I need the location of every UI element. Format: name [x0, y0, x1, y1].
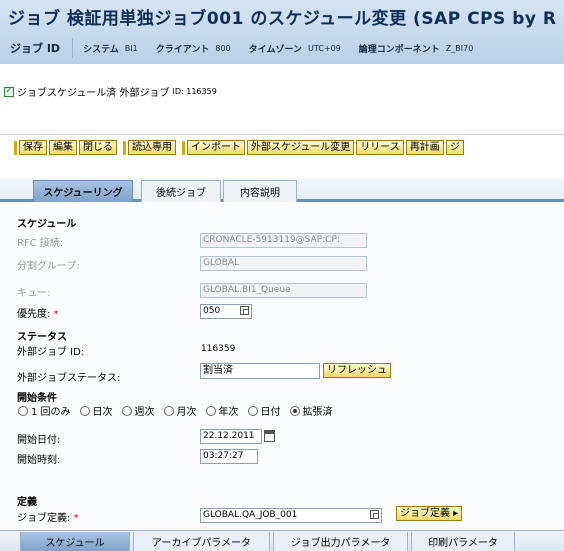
status-section-title: ステータス [17, 332, 67, 343]
priority-value: 050 [203, 306, 221, 316]
tab-print-parameters[interactable]: 印刷パラメータ [411, 532, 515, 551]
change-external-schedule-button[interactable]: 外部スケジュール変更 [247, 140, 355, 155]
radio-dot [247, 405, 258, 416]
rfc-label: RFC 接続: [17, 238, 64, 249]
tab-archive-parameters[interactable]: アーカイブパラメータ [133, 532, 270, 551]
client-label: クライアント [155, 44, 210, 55]
radio-label: 日次 [92, 407, 113, 418]
bottom-tab-strip: スケジュール アーカイブパラメータ ジョブ出力パラメータ 印刷パラメータ [0, 530, 564, 551]
replan-button[interactable]: 再計画 [405, 140, 444, 155]
radio-extended[interactable]: 拡張済 [289, 403, 333, 418]
menu-arrow-icon: ▸ [453, 508, 459, 519]
save-button[interactable]: 保存 [19, 140, 47, 155]
split-group-field[interactable]: GLOBAL [200, 256, 367, 271]
radio-label: 月次 [176, 407, 197, 418]
radio-label: 年次 [218, 407, 239, 418]
radio-dot [289, 405, 300, 416]
truncated-button[interactable]: ジ [445, 140, 464, 155]
start-date-label: 開始日付: [17, 435, 61, 446]
radio-date[interactable]: 日付 [247, 403, 281, 418]
app-header: ジョブ 検証用単独ジョブ001 のスケジュール変更 (SAP CPS by R … [0, 0, 564, 64]
tab-successor-jobs[interactable]: 後続ジョブ [141, 180, 221, 202]
toolbar-group-view: 読込専用 [123, 140, 178, 155]
timezone-value: UTC+09 [308, 43, 341, 53]
schedule-section-title: スケジュール [17, 219, 77, 230]
radio-dot [121, 405, 132, 416]
required-marker: * [73, 513, 79, 524]
start-date-field[interactable]: 22.12.2011 [200, 429, 275, 444]
job-def-field[interactable]: GLOBAL.QA_JOB_001 [200, 508, 382, 523]
priority-field[interactable]: 050 [200, 304, 252, 319]
job-id-label: ジョブ ID [10, 42, 61, 55]
import-button[interactable]: インポート [187, 140, 245, 155]
priority-label: 優先度: * [17, 305, 59, 320]
tab-scheduling[interactable]: スケジューリング [33, 180, 133, 202]
timezone-label: タイムゾーン [248, 44, 303, 55]
radio-label: 日付 [260, 407, 281, 418]
start-date-value: 22.12.2011 [203, 431, 255, 441]
check-icon: ✓ [4, 86, 14, 97]
radio-label: 1 回のみ [31, 407, 71, 418]
system-value: BI1 [124, 43, 138, 53]
ext-job-id-label: 外部ジョブ ID: [17, 347, 85, 358]
toolbar-group-edit: 保存 編集 閉じる [14, 140, 119, 155]
value-help-icon[interactable] [370, 510, 379, 519]
toolbar: 保存 編集 閉じる 読込専用 インポート 外部スケジュール変更 リリース 再計画… [0, 134, 564, 160]
queue-label: キュー: [17, 288, 51, 299]
start-condition-radio-group: 1 回のみ 日次 週次 月次 年次 日付 拡張済 [18, 403, 342, 418]
radio-monthly[interactable]: 月次 [163, 403, 197, 418]
read-only-button[interactable]: 読込専用 [128, 140, 176, 155]
status-id: ID: 116359 [172, 87, 217, 96]
required-marker: * [53, 309, 59, 320]
top-tab-strip: スケジューリング 後続ジョブ 内容説明 [0, 178, 564, 202]
close-button[interactable]: 閉じる [79, 140, 117, 155]
job-definition-button-label: ジョブ定義 [400, 508, 450, 519]
radio-label: 拡張済 [302, 407, 333, 418]
definition-section-title: 定義 [17, 497, 37, 508]
client-value: 800 [215, 43, 231, 53]
toolbar-group-actions: インポート 外部スケジュール変更 リリース 再計画 ジ [182, 140, 466, 155]
job-info-bar: ジョブ ID システム BI1 クライアント 800 タイムゾーン UTC+09… [0, 34, 564, 62]
start-time-label: 開始時刻: [17, 455, 61, 466]
edit-button[interactable]: 編集 [49, 140, 77, 155]
ext-job-id-value: 116359 [201, 344, 236, 354]
start-condition-section-title: 開始条件 [17, 393, 57, 404]
priority-label-text: 優先度: [17, 309, 51, 320]
radio-yearly[interactable]: 年次 [205, 403, 239, 418]
release-button[interactable]: リリース [356, 140, 404, 155]
tab-description[interactable]: 内容説明 [223, 180, 297, 202]
divider [72, 38, 74, 58]
tab-job-output-parameters[interactable]: ジョブ出力パラメータ [273, 532, 408, 551]
component-value: Z_BI70 [445, 43, 474, 53]
ext-job-status-field[interactable]: 割当済 [200, 363, 320, 379]
system-label: システム [83, 44, 119, 55]
job-def-value: GLOBAL.QA_JOB_001 [203, 510, 298, 520]
status-text: ジョブスケジュール済 外部ジョブ [17, 88, 170, 99]
radio-daily[interactable]: 日次 [79, 403, 113, 418]
job-definition-button[interactable]: ジョブ定義 ▸ [396, 506, 463, 521]
rfc-field[interactable]: CRONACLE-5913119@SAP:CP: [200, 233, 367, 248]
refresh-button[interactable]: リフレッシュ [323, 363, 391, 378]
radio-dot [205, 405, 216, 416]
radio-dot [163, 405, 174, 416]
ext-job-status-label: 外部ジョブステータス: [17, 373, 121, 384]
tab-schedule[interactable]: スケジュール [20, 532, 130, 551]
page-title: ジョブ 検証用単独ジョブ001 のスケジュール変更 (SAP CPS by R [8, 9, 557, 29]
scheduling-form: スケジュール RFC 接続: CRONACLE-5913119@SAP:CP: … [0, 203, 564, 529]
component-label: 論理コンポーネント [358, 44, 440, 55]
calendar-icon[interactable] [264, 430, 275, 442]
queue-field[interactable]: GLOBAL.BI1_Queue [200, 283, 367, 298]
status-message: ✓ ジョブスケジュール済 外部ジョブ ID: 116359 [4, 84, 217, 99]
radio-label: 週次 [134, 407, 155, 418]
job-def-label: ジョブ定義: * [17, 509, 79, 524]
radio-once[interactable]: 1 回のみ [18, 403, 71, 418]
job-def-label-text: ジョブ定義: [17, 513, 71, 524]
value-help-icon[interactable] [240, 306, 249, 315]
start-time-field[interactable]: 03:27:27 [200, 449, 258, 464]
split-group-label: 分割グループ: [17, 261, 80, 272]
radio-weekly[interactable]: 週次 [121, 403, 155, 418]
radio-dot [18, 405, 28, 416]
radio-dot [79, 405, 90, 416]
